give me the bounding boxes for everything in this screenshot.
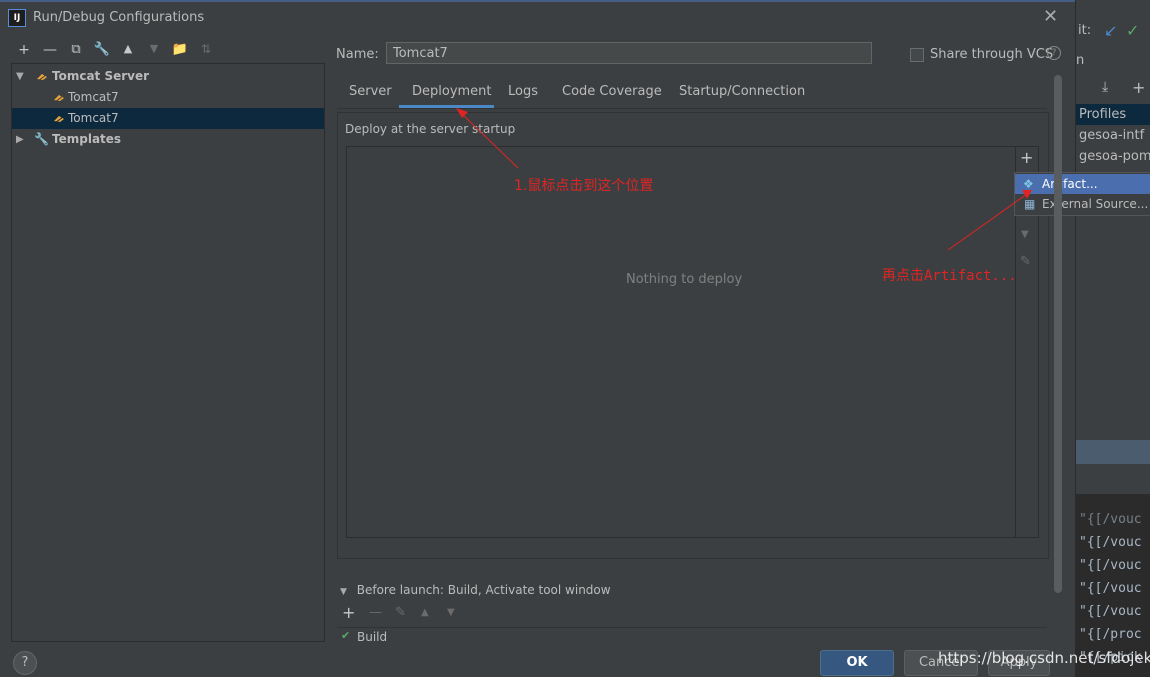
annotation-step-one: 1.鼠标点击到这个位置 [514, 178, 654, 194]
help-button[interactable]: ? [13, 651, 37, 675]
annotation-arrowhead [456, 108, 468, 118]
build-icon: ✔ [341, 629, 351, 642]
remove-icon[interactable]: — [369, 605, 382, 620]
move-up-icon[interactable]: ▲ [421, 607, 429, 618]
annotation-step-two: 再点击Artifact... [882, 268, 1017, 284]
before-launch-section[interactable]: ▼ Before launch: Build, Activate tool wi… [340, 583, 611, 597]
annotation-arrows [456, 108, 1032, 251]
before-launch-item[interactable]: Build [357, 630, 387, 642]
move-down-icon[interactable]: ▼ [447, 607, 455, 618]
before-launch-list: ✔ Build [337, 627, 1047, 642]
watermark-text: https://blog.csdn.net/sfdojek [938, 649, 1150, 667]
add-icon[interactable]: + [342, 603, 355, 622]
expand-arrow-icon[interactable]: ▼ [340, 587, 347, 597]
before-launch-label: Before launch: Build, Activate tool wind… [356, 583, 611, 597]
annotation-arrow-line [460, 112, 519, 169]
ok-button[interactable]: OK [820, 650, 894, 676]
annotation-arrowhead [1022, 190, 1032, 199]
edit-icon[interactable]: ✎ [395, 605, 406, 620]
annotation-arrow-line [947, 193, 1028, 251]
vertical-scrollbar[interactable] [1054, 75, 1062, 593]
